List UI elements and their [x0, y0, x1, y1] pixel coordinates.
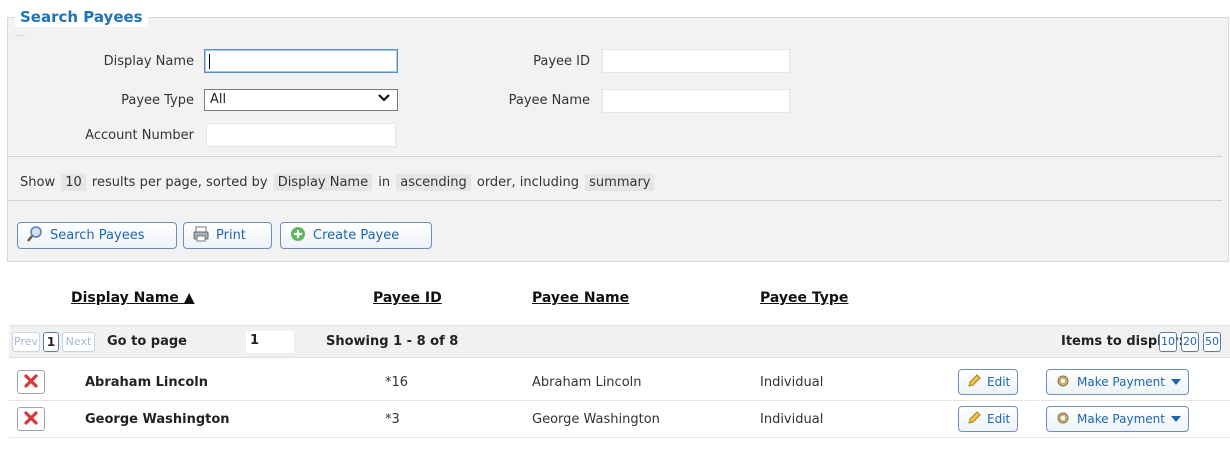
- create-payee-button[interactable]: Create Payee: [280, 222, 432, 249]
- row-payee-name: Abraham Lincoln: [532, 375, 642, 390]
- delete-button[interactable]: [17, 370, 45, 394]
- panel-divider-2: [8, 200, 1222, 201]
- pencil-icon: [966, 410, 982, 429]
- header-payee-name[interactable]: Payee Name: [532, 290, 629, 306]
- sort-options-line: Show 10 results per page, sorted by Disp…: [20, 174, 656, 191]
- results-count-select[interactable]: 10: [61, 174, 86, 191]
- search-payees-button[interactable]: Search Payees: [17, 222, 177, 249]
- make-payment-label: Make Payment: [1077, 412, 1165, 426]
- payee-id-input[interactable]: [602, 49, 790, 73]
- display-name-label: Display Name: [103, 54, 194, 69]
- print-label: Print: [216, 228, 246, 243]
- delete-button[interactable]: [17, 407, 45, 431]
- row-payee-id: *16: [385, 375, 409, 390]
- add-icon: [289, 225, 307, 247]
- header-payee-type[interactable]: Payee Type: [760, 290, 848, 306]
- panel-divider: [8, 156, 1222, 157]
- row-display-name: Abraham Lincoln: [85, 375, 208, 390]
- row-payee-type: Individual: [760, 412, 824, 427]
- create-payee-label: Create Payee: [313, 228, 400, 243]
- delete-x-icon: [23, 410, 39, 429]
- next-page-button[interactable]: Next: [62, 332, 95, 352]
- showing-count: Showing 1 - 8 of 8: [326, 334, 459, 349]
- display-name-input[interactable]: [204, 49, 398, 73]
- sort-field-select[interactable]: Display Name: [273, 174, 373, 191]
- goto-page-input[interactable]: 1: [246, 331, 294, 353]
- account-number-input[interactable]: [206, 123, 396, 147]
- header-display-name[interactable]: Display Name ▲: [71, 290, 194, 306]
- row-payee-id: *3: [385, 412, 400, 427]
- prev-page-button[interactable]: Prev: [12, 332, 40, 352]
- delete-x-icon: [23, 373, 39, 392]
- sort-show-text: Show: [20, 175, 56, 190]
- sort-text: results per page, sorted by: [91, 175, 268, 190]
- row-display-name: George Washington: [85, 412, 230, 427]
- text-cursor: [209, 54, 210, 69]
- edit-label: Edit: [987, 412, 1011, 426]
- items-10-button[interactable]: 10: [1159, 332, 1177, 352]
- sort-in-text: in: [378, 175, 391, 190]
- payee-name-label: Payee Name: [508, 93, 590, 108]
- edit-button[interactable]: Edit: [958, 369, 1019, 395]
- pager-bar: Prev 1 Next Go to page 1 Showing 1 - 8 o…: [9, 325, 1230, 358]
- payee-type-value: All: [210, 92, 227, 107]
- table-row: George Washington *3 George Washington I…: [9, 401, 1230, 438]
- make-payment-label: Make Payment: [1077, 375, 1165, 389]
- payee-id-label: Payee ID: [533, 54, 590, 69]
- edit-button[interactable]: Edit: [958, 406, 1019, 432]
- row-payee-type: Individual: [760, 375, 824, 390]
- printer-icon: [192, 225, 210, 247]
- chevron-down-icon: [377, 91, 391, 109]
- table-row: Abraham Lincoln *16 Abraham Lincoln Indi…: [9, 364, 1230, 401]
- make-payment-button[interactable]: Make Payment: [1046, 406, 1189, 432]
- include-select[interactable]: summary: [585, 174, 655, 191]
- sort-order-select[interactable]: ascending: [396, 174, 471, 191]
- dropdown-caret-icon: [1170, 375, 1181, 389]
- payee-type-label: Payee Type: [121, 93, 194, 108]
- goto-page-label: Go to page: [107, 334, 187, 349]
- header-payee-id[interactable]: Payee ID: [373, 290, 442, 306]
- gear-icon: [1054, 410, 1072, 429]
- account-number-label: Account Number: [85, 128, 194, 143]
- page-1-button[interactable]: 1: [43, 332, 59, 352]
- edit-label: Edit: [987, 375, 1011, 389]
- items-50-button[interactable]: 50: [1203, 332, 1221, 352]
- items-20-button[interactable]: 20: [1181, 332, 1199, 352]
- legend-line: [15, 35, 25, 36]
- sort-including-text: order, including: [476, 175, 579, 190]
- payee-name-input[interactable]: [602, 89, 790, 113]
- search-payees-label: Search Payees: [50, 228, 145, 243]
- make-payment-button[interactable]: Make Payment: [1046, 369, 1189, 395]
- magnifier-icon: [26, 225, 44, 247]
- payee-type-select[interactable]: All: [204, 89, 398, 111]
- print-button[interactable]: Print: [183, 222, 272, 249]
- panel-title: Search Payees: [15, 7, 148, 27]
- pencil-icon: [966, 373, 982, 392]
- dropdown-caret-icon: [1170, 412, 1181, 426]
- row-payee-name: George Washington: [532, 412, 660, 427]
- gear-icon: [1054, 373, 1072, 392]
